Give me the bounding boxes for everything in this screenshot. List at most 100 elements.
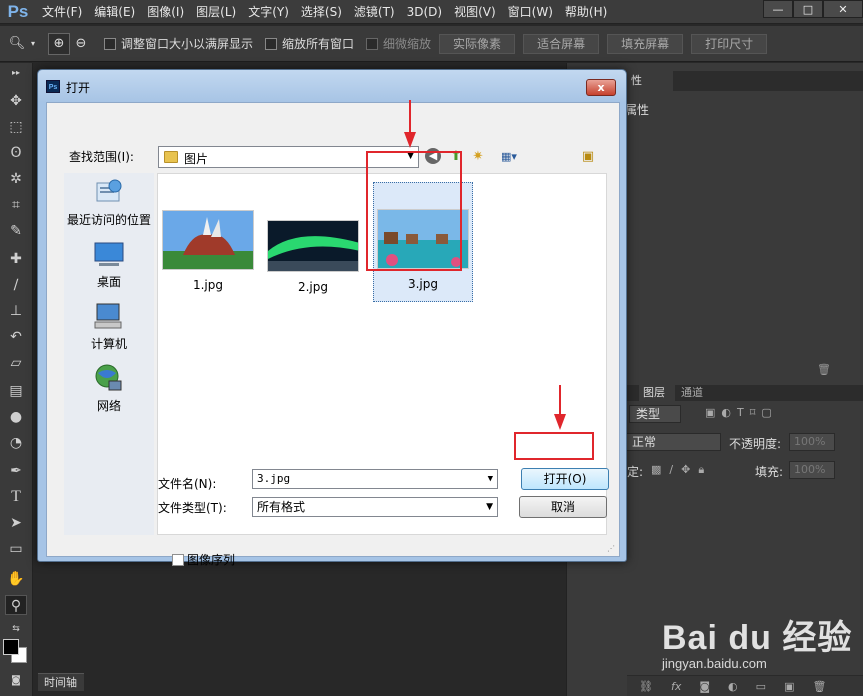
filename-input[interactable]: 3.jpg ▼ bbox=[252, 469, 498, 489]
place-network-label: 网络 bbox=[96, 399, 121, 413]
trash-icon[interactable]: 🗑︎ bbox=[817, 363, 831, 376]
fill-input[interactable]: 100% bbox=[789, 461, 835, 479]
dialog-body: 查找范围(I): 图片 ▼ ◀ ⬆ ✷ ▦▾ ▣ 最近访问的位置 桌面 计算机 … bbox=[46, 102, 620, 567]
menu-filter[interactable]: 滤镜(T) bbox=[348, 0, 401, 24]
print-size-button[interactable]: 打印尺寸 bbox=[691, 33, 768, 54]
dialog-titlebar[interactable] bbox=[38, 70, 626, 102]
swap-colors-icon[interactable]: ⇆ bbox=[5, 619, 27, 639]
fill-screen-button[interactable]: 填充屏幕 bbox=[607, 33, 684, 54]
blend-mode-select[interactable]: 正常 bbox=[625, 433, 721, 451]
history-brush-tool-icon[interactable]: ↶ bbox=[5, 327, 27, 347]
restore-button[interactable]: □ bbox=[793, 0, 823, 18]
zoom-all-label: 缩放所有窗口 bbox=[282, 37, 355, 51]
resize-grip-icon[interactable]: ⋰ bbox=[607, 544, 615, 553]
image-sequence-checkbox[interactable]: 图像序列 bbox=[172, 551, 235, 568]
scrubby-zoom-label: 细微缩放 bbox=[383, 37, 432, 51]
look-in-value: 图片 bbox=[184, 152, 209, 166]
filetype-value: 所有格式 bbox=[257, 500, 306, 514]
lasso-tool-icon[interactable]: ʘ bbox=[5, 143, 27, 163]
eyedropper-tool-icon[interactable]: ✎ bbox=[5, 221, 27, 241]
annotation-arrow-shaft bbox=[559, 385, 561, 417]
menu-edit[interactable]: 编辑(E) bbox=[88, 0, 141, 24]
panel-collapse-icon[interactable]: ▸▸ bbox=[5, 63, 27, 83]
type-tool-icon[interactable]: T bbox=[5, 487, 27, 507]
menu-layer[interactable]: 图层(L) bbox=[190, 0, 242, 24]
eraser-tool-icon[interactable]: ▱ bbox=[5, 353, 27, 373]
channels-tab[interactable]: 通道 bbox=[677, 385, 703, 401]
shape-tool-icon[interactable]: ▭ bbox=[5, 539, 27, 559]
clone-stamp-tool-icon[interactable]: ⊥ bbox=[5, 301, 27, 321]
zoom-tool-icon[interactable]: 🔍︎ bbox=[6, 33, 28, 55]
fill-label: 填充: bbox=[755, 465, 784, 479]
checkbox-box bbox=[265, 37, 278, 50]
link-layers-icon[interactable]: ⛓ bbox=[639, 680, 653, 693]
filetype-select[interactable]: 所有格式 ▼ bbox=[252, 497, 498, 517]
computer-icon bbox=[93, 301, 125, 331]
resize-windows-label: 调整窗口大小以满屏显示 bbox=[121, 37, 254, 51]
move-tool-icon[interactable]: ✥ bbox=[5, 91, 27, 111]
cancel-button[interactable]: 取消 bbox=[519, 496, 607, 518]
checkbox-box bbox=[366, 37, 379, 50]
menu-3d[interactable]: 3D(D) bbox=[401, 0, 448, 24]
layer-kind-select[interactable]: 类型 bbox=[629, 405, 681, 423]
properties-tab[interactable]: 性 bbox=[627, 71, 673, 91]
menu-type[interactable]: 文字(Y) bbox=[242, 0, 295, 24]
zoom-all-checkbox[interactable]: 缩放所有窗口 bbox=[265, 35, 354, 52]
brush-tool-icon[interactable]: ∕ bbox=[5, 275, 27, 295]
properties-title: 属性 bbox=[625, 103, 650, 117]
new-folder-icon[interactable]: ✷ bbox=[469, 148, 487, 166]
foreground-color-swatch[interactable] bbox=[3, 639, 19, 655]
watermark-url: jingyan.baidu.com bbox=[662, 656, 767, 671]
menu-bar: Ps 文件(F) 编辑(E) 图像(I) 图层(L) 文字(Y) 选择(S) 滤… bbox=[0, 0, 863, 24]
path-selection-tool-icon[interactable]: ➤ bbox=[5, 513, 27, 533]
file-item[interactable]: 2.jpg bbox=[263, 220, 363, 294]
window-controls: — □ ✕ bbox=[763, 0, 863, 22]
app-close-button[interactable]: ✕ bbox=[823, 0, 863, 18]
blend-mode-value: 正常 bbox=[632, 435, 657, 449]
menu-view[interactable]: 视图(V) bbox=[448, 0, 502, 24]
place-computer[interactable]: 计算机 bbox=[64, 301, 154, 352]
checkbox-box bbox=[104, 37, 116, 50]
layers-tab[interactable]: 图层 bbox=[639, 385, 675, 401]
zoom-tool-icon[interactable]: ⚲ bbox=[5, 595, 27, 615]
menu-image[interactable]: 图像(I) bbox=[141, 0, 190, 24]
fit-screen-button[interactable]: 适合屏幕 bbox=[523, 33, 600, 54]
menu-select[interactable]: 选择(S) bbox=[295, 0, 348, 24]
image-sequence-label: 图像序列 bbox=[187, 553, 236, 567]
menu-help[interactable]: 帮助(H) bbox=[559, 0, 613, 24]
gradient-tool-icon[interactable]: ▤ bbox=[5, 381, 27, 401]
highlight-selected-file bbox=[366, 151, 462, 271]
place-network[interactable]: 网络 bbox=[64, 363, 154, 414]
watermark-brand: Bai du 经验 bbox=[662, 619, 853, 657]
filter-icons[interactable]: ▣◐T⌑▢ bbox=[705, 406, 778, 419]
view-menu-icon[interactable]: ▦▾ bbox=[495, 148, 523, 166]
marquee-tool-icon[interactable]: ⬚ bbox=[5, 117, 27, 137]
opacity-input[interactable]: 100% bbox=[789, 433, 835, 451]
dialog-close-button[interactable]: x bbox=[586, 79, 616, 96]
dodge-tool-icon[interactable]: ◔ bbox=[5, 433, 27, 453]
menu-window[interactable]: 窗口(W) bbox=[502, 0, 559, 24]
desktop-shortcut-icon[interactable]: ▣ bbox=[579, 148, 597, 166]
lock-icons[interactable]: ▩∕✥🔒︎ bbox=[651, 463, 712, 477]
place-desktop[interactable]: 桌面 bbox=[64, 239, 154, 290]
scrubby-zoom-checkbox[interactable]: 细微缩放 bbox=[366, 35, 431, 52]
menu-file[interactable]: 文件(F) bbox=[36, 0, 88, 24]
zoom-out-icon[interactable]: ⊖ bbox=[70, 33, 92, 55]
quick-mask-icon[interactable]: ◙ bbox=[5, 671, 27, 691]
resize-windows-checkbox[interactable]: 调整窗口大小以满屏显示 bbox=[104, 35, 253, 52]
timeline-tab[interactable]: 时间轴 bbox=[38, 673, 84, 691]
minimize-button[interactable]: — bbox=[763, 0, 793, 18]
open-button[interactable]: 打开(O) bbox=[521, 468, 609, 490]
file-item[interactable]: 1.jpg bbox=[158, 210, 258, 292]
magic-wand-tool-icon[interactable]: ✲ bbox=[5, 169, 27, 189]
hand-tool-icon[interactable]: ✋ bbox=[5, 569, 27, 589]
healing-brush-tool-icon[interactable]: ✚ bbox=[5, 249, 27, 269]
recent-places-icon bbox=[93, 177, 125, 207]
pen-tool-icon[interactable]: ✒ bbox=[5, 461, 27, 481]
actual-pixels-button[interactable]: 实际像素 bbox=[439, 33, 516, 54]
blur-tool-icon[interactable]: ● bbox=[5, 407, 27, 427]
zoom-in-icon[interactable]: ⊕ bbox=[48, 32, 70, 55]
crop-tool-icon[interactable]: ⌗ bbox=[5, 195, 27, 215]
place-recent[interactable]: 最近访问的位置 bbox=[64, 177, 154, 228]
chevron-down-icon[interactable]: ▾ bbox=[28, 33, 38, 55]
